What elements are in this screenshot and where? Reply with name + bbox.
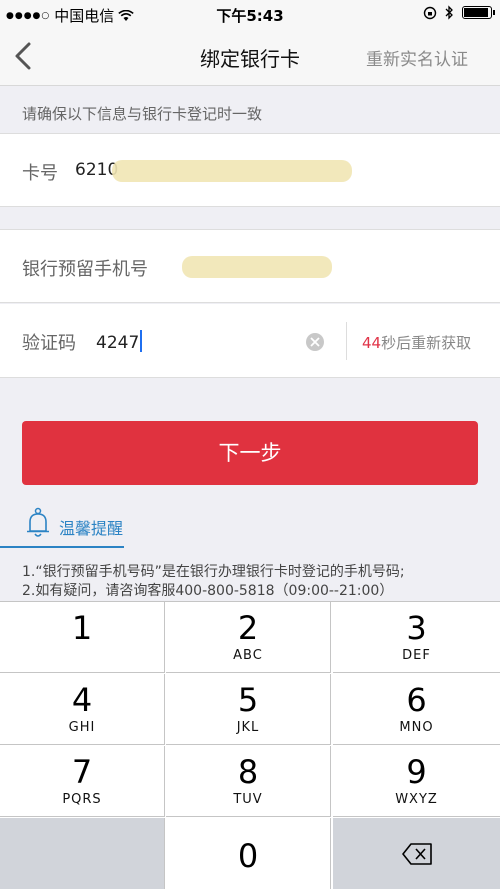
key-letters: PQRS: [62, 792, 102, 807]
key-digit: 3: [406, 609, 427, 647]
key-8[interactable]: 8 TUV: [166, 746, 331, 817]
key-letters: ABC: [233, 648, 263, 663]
key-7[interactable]: 7 PQRS: [0, 746, 165, 817]
countdown-seconds: 44: [362, 334, 382, 352]
status-right: [423, 5, 495, 20]
orientation-lock-icon: [423, 6, 437, 19]
info-notice: 请确保以下信息与银行卡登记时一致: [22, 105, 263, 123]
key-digit: 2: [237, 609, 259, 647]
key-digit: 5: [237, 681, 259, 719]
tip-line-1: 1.“银行预留手机号码”是在银行办理银行卡时登记的手机号码;: [22, 564, 405, 580]
resend-countdown[interactable]: 44秒后重新获取: [362, 332, 471, 353]
phone-field[interactable]: 银行预留手机号: [0, 229, 500, 303]
key-digit: 6: [406, 681, 427, 719]
battery-icon: [462, 6, 495, 19]
key-letters: DEF: [402, 648, 431, 663]
verify-code-text: 4247: [96, 333, 140, 353]
key-digit: 8: [237, 753, 259, 791]
tip-line-2: 2.如有疑问，请咨询客服400-800-5818（09:00--21:00）: [22, 583, 394, 599]
key-0[interactable]: 0: [166, 818, 331, 889]
key-letters: TUV: [233, 792, 263, 807]
key-digit: 1: [71, 609, 93, 647]
redaction-mark: [112, 160, 352, 182]
tips-header: 温馨提醒: [0, 505, 500, 549]
key-5[interactable]: 5 JKL: [166, 674, 331, 745]
bluetooth-icon: [445, 5, 453, 20]
re-verify-button[interactable]: 重新实名认证: [366, 45, 468, 70]
key-4[interactable]: 4 GHI: [0, 674, 165, 745]
status-bar: ●●●●○ 中国电信 下午5:43: [0, 0, 500, 28]
key-1[interactable]: 1: [0, 602, 165, 673]
bell-icon: [27, 507, 49, 537]
countdown-text: 秒后重新获取: [381, 334, 472, 352]
key-blank: [0, 818, 165, 889]
key-letters: GHI: [68, 720, 96, 735]
key-letters: MNO: [399, 720, 434, 735]
key-3[interactable]: 3 DEF: [333, 602, 500, 673]
key-digit: 7: [71, 753, 93, 791]
card-number-field[interactable]: 卡号 6210: [0, 133, 500, 207]
clear-icon[interactable]: [306, 333, 324, 351]
phone-label: 银行预留手机号: [22, 259, 148, 280]
nav-bar: 绑定银行卡 重新实名认证: [0, 28, 500, 86]
key-digit: 9: [406, 753, 427, 791]
key-digit: 0: [237, 837, 259, 875]
verify-code-label: 验证码: [22, 333, 76, 354]
key-9[interactable]: 9 WXYZ: [333, 746, 500, 817]
next-step-button[interactable]: 下一步: [22, 421, 478, 485]
key-6[interactable]: 6 MNO: [333, 674, 500, 745]
card-number-label: 卡号: [22, 163, 58, 184]
numeric-keypad: 1 2 ABC 3 DEF 4 GHI 5 JKL 6 MNO 7 PQRS 8 TUV 9W…: [0, 601, 500, 889]
tips-title: 温馨提醒: [59, 519, 124, 538]
text-caret: [140, 330, 143, 352]
key-letters: JKL: [236, 720, 260, 735]
backspace-icon: [401, 843, 432, 865]
verify-code-value: 4247: [96, 330, 143, 353]
redaction-mark: [182, 256, 332, 278]
tips-underline: [0, 546, 124, 548]
delete-key[interactable]: [333, 818, 500, 889]
key-digit: 4: [71, 681, 93, 719]
verify-code-field[interactable]: 验证码 4247 44秒后重新获取: [0, 304, 500, 378]
key-2[interactable]: 2 ABC: [166, 602, 331, 673]
key-letters: WXYZ: [395, 792, 438, 807]
divider: [346, 322, 347, 360]
